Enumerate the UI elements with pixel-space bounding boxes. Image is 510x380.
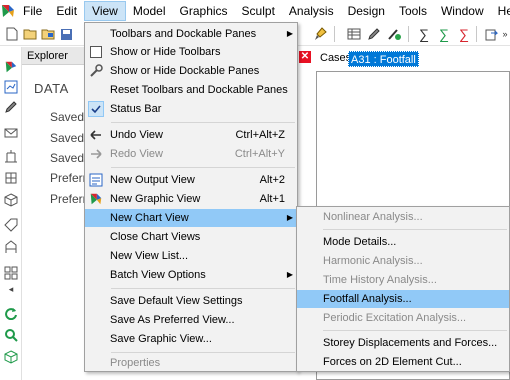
frame-icon[interactable] [3, 239, 19, 255]
menu-edit[interactable]: Edit [49, 1, 84, 21]
sum-remove-icon[interactable]: ∑ [456, 26, 472, 42]
forward-arrow-icon [88, 146, 104, 162]
menu-item-close-chart-views[interactable]: Close Chart Views [85, 228, 297, 246]
grid-icon[interactable] [3, 170, 19, 186]
submenu-item-time-history: Time History Analysis... [323, 274, 437, 286]
pencil-icon[interactable] [366, 26, 382, 42]
table-icon[interactable] [346, 26, 362, 42]
envelope-icon[interactable] [3, 125, 19, 141]
menu-item-status-bar[interactable]: Status Bar [85, 100, 297, 118]
menu-item-new-graphic-view[interactable]: New Graphic View Alt+1 [85, 190, 297, 208]
menu-view[interactable]: View [84, 1, 126, 21]
open-model-icon[interactable] [40, 26, 56, 42]
menu-sculpt[interactable]: Sculpt [235, 1, 282, 21]
app-logo-icon [0, 0, 16, 22]
design-check-icon[interactable] [386, 26, 402, 42]
submenu-item-storey-displacements[interactable]: Storey Displacements and Forces... [297, 334, 509, 352]
left-tool-strip: ◂ [0, 47, 22, 380]
pencil-tool-icon[interactable] [3, 99, 19, 115]
open-folder-icon[interactable] [22, 26, 38, 42]
menu-window[interactable]: Window [434, 1, 491, 21]
menu-bar: File Edit View Model Graphics Sculpt Ana… [0, 0, 510, 22]
menu-item-new-view-list[interactable]: New View List... [85, 247, 297, 265]
menu-item-new-output-view[interactable]: New Output View Alt+2 [85, 171, 297, 189]
data-section-label: DATA [34, 81, 69, 96]
rotate-icon[interactable] [3, 305, 19, 321]
layout-grid-icon[interactable] [3, 265, 19, 281]
export-icon[interactable] [484, 26, 500, 42]
structure-icon[interactable] [3, 148, 19, 164]
sum-icon[interactable]: ∑ [416, 26, 432, 42]
menu-item-reset-toolbars[interactable]: Reset Toolbars and Dockable Panes [85, 81, 297, 99]
chart-view-submenu: Nonlinear Analysis... Mode Details... Ha… [296, 206, 510, 372]
strip-arrow-icon[interactable]: ◂ [3, 281, 19, 297]
menu-item-new-chart-view[interactable]: New Chart View ▶ [85, 209, 297, 227]
menu-item-properties: Properties [110, 357, 161, 369]
explorer-item[interactable]: Preferr [50, 192, 87, 206]
explorer-item[interactable]: Saved [50, 110, 84, 124]
menu-model[interactable]: Model [126, 1, 173, 21]
wrench-icon [88, 63, 104, 79]
submenu-arrow-icon: ▶ [286, 29, 293, 38]
save-icon[interactable] [58, 26, 74, 42]
submenu-item-harmonic: Harmonic Analysis... [323, 255, 423, 267]
submenu-item-mode-details[interactable]: Mode Details... [297, 233, 509, 251]
submenu-item-footfall[interactable]: Footfall Analysis... [297, 290, 509, 308]
cases-select[interactable]: A31 : Footfall [348, 51, 419, 67]
submenu-arrow-icon: ▶ [286, 270, 293, 279]
cases-label: Cases [320, 52, 352, 64]
graphic-view-icon [88, 191, 104, 207]
menu-item-show-hide-toolbars[interactable]: Show or Hide Toolbars [85, 43, 297, 61]
menu-graphics[interactable]: Graphics [173, 1, 235, 21]
logo-tool-icon[interactable] [3, 59, 19, 75]
menu-item-redo-view: Redo View Ctrl+Alt+Y [85, 145, 297, 163]
menu-item-save-preferred-view[interactable]: Save As Preferred View... [85, 311, 297, 329]
new-file-icon[interactable] [4, 26, 20, 42]
view-menu: Toolbars and Dockable Panes ▶ Show or Hi… [84, 22, 298, 372]
menu-design[interactable]: Design [341, 1, 392, 21]
menu-item-save-default-view[interactable]: Save Default View Settings [85, 292, 297, 310]
toolbar-box-icon [88, 44, 104, 60]
zoom-icon[interactable] [3, 327, 19, 343]
submenu-item-nonlinear: Nonlinear Analysis... [323, 211, 423, 223]
explorer-item[interactable]: Preferr [50, 171, 87, 185]
menu-analysis[interactable]: Analysis [282, 1, 341, 21]
close-icon[interactable]: ✕ [299, 51, 311, 63]
menu-tools[interactable]: Tools [392, 1, 434, 21]
toolbar-overflow-icon[interactable]: » [500, 26, 510, 42]
menu-item-show-hide-panes[interactable]: Show or Hide Dockable Panes [85, 62, 297, 80]
output-tool-icon[interactable] [3, 79, 19, 95]
menu-file[interactable]: File [16, 1, 49, 21]
checkmark-icon [88, 101, 104, 117]
sum-add-icon[interactable]: ∑ [436, 26, 452, 42]
back-arrow-icon [88, 127, 104, 143]
submenu-item-periodic-excitation: Periodic Excitation Analysis... [323, 312, 467, 324]
explorer-item[interactable]: Saved [50, 151, 84, 165]
cube-icon[interactable] [3, 192, 19, 208]
view-cube-icon[interactable] [3, 349, 19, 365]
explorer-item[interactable]: Saved [50, 131, 84, 145]
output-view-icon [88, 172, 104, 188]
submenu-arrow-icon: ▶ [286, 213, 293, 222]
menu-help[interactable]: Help [491, 1, 510, 21]
menu-item-save-graphic-view[interactable]: Save Graphic View... [85, 330, 297, 348]
menu-item-batch-view-options[interactable]: Batch View Options ▶ [85, 266, 297, 284]
submenu-item-forces-2d-cut[interactable]: Forces on 2D Element Cut... [297, 353, 509, 371]
tag-icon[interactable] [3, 217, 19, 233]
menu-item-undo-view[interactable]: Undo View Ctrl+Alt+Z [85, 126, 297, 144]
brush-icon[interactable] [312, 26, 328, 42]
menu-item-toolbars-panes[interactable]: Toolbars and Dockable Panes ▶ [85, 25, 297, 43]
